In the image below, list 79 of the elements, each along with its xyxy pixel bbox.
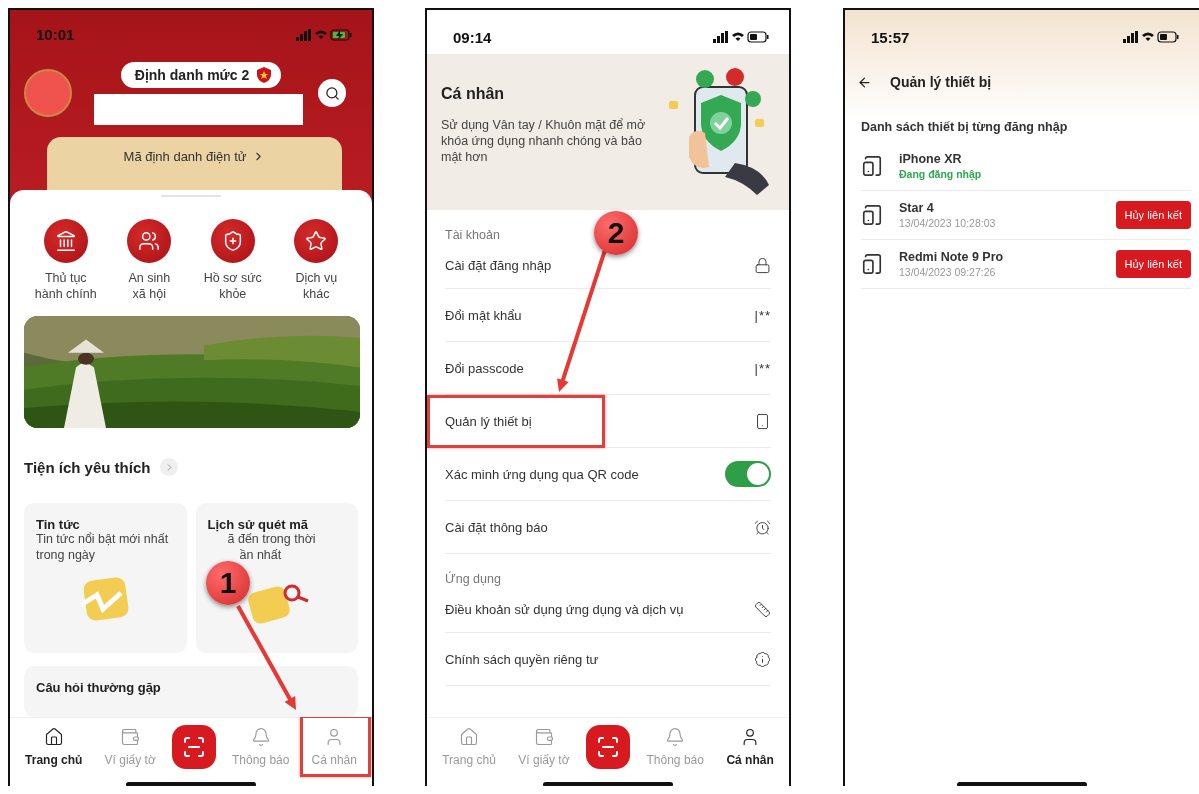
menu-label: Cài đặt đăng nhập (445, 257, 552, 273)
status-time: 09:14 (453, 28, 492, 46)
card-description: ần nhất (238, 548, 283, 564)
star-icon (305, 230, 328, 253)
menu-label: Điều khoản sử dụng ứng dụng và dịch vụ (445, 601, 684, 617)
section-title: Tiện ích yêu thích (24, 458, 151, 476)
badge-icon (754, 650, 771, 668)
nav-tab[interactable]: Trang chủ (19, 723, 89, 771)
menu-row[interactable]: Đổi mật khẩu |** (445, 289, 771, 342)
password-icon: |** (754, 360, 771, 376)
status-time: 10:01 (36, 26, 75, 44)
device-name: Star 4 (899, 201, 935, 215)
phone-icon (754, 412, 771, 430)
section-title: Ứng dụng (445, 572, 501, 586)
lock-icon (754, 256, 771, 274)
password-icon: |** (754, 307, 771, 323)
card-description: ã đến trong thời (226, 532, 317, 549)
device-name: Redmi Note 9 Pro (899, 250, 1005, 264)
search-icon (324, 85, 340, 101)
unlink-button[interactable]: Hủy liên kết (1115, 201, 1191, 229)
card-description: trong ngày (36, 548, 97, 564)
ruler-icon (754, 600, 771, 618)
device-status: 13/04/2023 09:27:26 (899, 266, 997, 278)
building-icon (54, 230, 77, 253)
home-icon (459, 727, 480, 747)
bell-icon (665, 727, 686, 747)
page-title: Quản lý thiết bị (890, 74, 992, 90)
card-title: Lịch sử quét mã (207, 517, 309, 533)
device-name: iPhone XR (899, 152, 963, 166)
scan-icon (181, 735, 206, 759)
card-title: Câu hỏi thường gặp (36, 680, 161, 696)
id-card-link[interactable]: Mã định danh điện tử (123, 148, 247, 164)
scan-button[interactable] (171, 725, 216, 769)
bell-icon (250, 727, 271, 747)
service-label: Dịch vụ khác (295, 271, 338, 303)
status-time: 15:57 (871, 28, 910, 46)
shield-icon (257, 66, 272, 83)
menu-row[interactable]: Chính sách quyền riêng tư (445, 633, 771, 686)
nav-tab[interactable]: Cá nhân (720, 723, 780, 771)
card-description: Tin tức nổi bật mới nhất (36, 532, 170, 549)
wallet-icon (120, 727, 141, 747)
home-icon (43, 727, 64, 747)
back-icon[interactable] (857, 74, 872, 90)
wallet-icon (533, 727, 554, 747)
devices-icon (861, 155, 883, 177)
level-badge: Định danh mức 2 (120, 61, 282, 88)
unlink-button[interactable]: Hủy liên kết (1115, 250, 1191, 278)
menu-row[interactable]: Xác minh ứng dụng qua QR code (445, 448, 771, 501)
menu-row[interactable]: Quản lý thiết bị (445, 395, 771, 448)
scan-icon (596, 735, 621, 759)
menu-label: Đổi mật khẩu (445, 307, 522, 323)
people-icon (138, 230, 161, 253)
devices-icon (861, 253, 883, 275)
menu-row[interactable]: Cài đặt thông báo (445, 501, 771, 554)
menu-row[interactable]: Điều khoản sử dụng ứng dụng và dịch vụ (445, 586, 771, 633)
alarm-icon (754, 518, 771, 536)
menu-label: Đổi passcode (445, 360, 524, 376)
step-badge: 2 (594, 211, 638, 255)
page-title: Cá nhân (441, 84, 506, 103)
toggle-switch[interactable] (725, 461, 771, 487)
avatar[interactable] (24, 69, 72, 118)
section-title: Tài khoản (445, 228, 500, 242)
service-label: Thủ tục hành chính (34, 271, 97, 303)
faq-card[interactable]: Câu hỏi thường gặp (24, 666, 358, 717)
scan-button[interactable] (586, 725, 631, 769)
menu-label: Chính sách quyền riêng tư (445, 651, 599, 667)
menu-label: Quản lý thiết bị (445, 413, 532, 429)
devices-icon (861, 204, 883, 226)
device-status: Đang đăng nhập (899, 168, 983, 180)
device-status: 13/04/2023 10:28:03 (899, 217, 997, 229)
service-label: An sinh xã hội (128, 271, 171, 303)
card-title: Tin tức (36, 517, 80, 533)
menu-label: Xác minh ứng dụng qua QR code (445, 466, 639, 482)
section-title: Danh sách thiết bị từng đăng nhập (861, 120, 1069, 134)
menu-label: Cài đặt thông báo (445, 519, 548, 535)
search-button[interactable] (318, 79, 346, 108)
page-description: Sử dụng Vân tay / Khuôn mặt để mở khóa ứng dụng nhanh chóng và bảo mật hơn (441, 116, 647, 166)
service-label: Hồ sơ sức khỏe (203, 271, 262, 303)
favorite-card[interactable]: Tin tức Tin tức nổi bật mới nhất trong ngày (24, 503, 187, 654)
